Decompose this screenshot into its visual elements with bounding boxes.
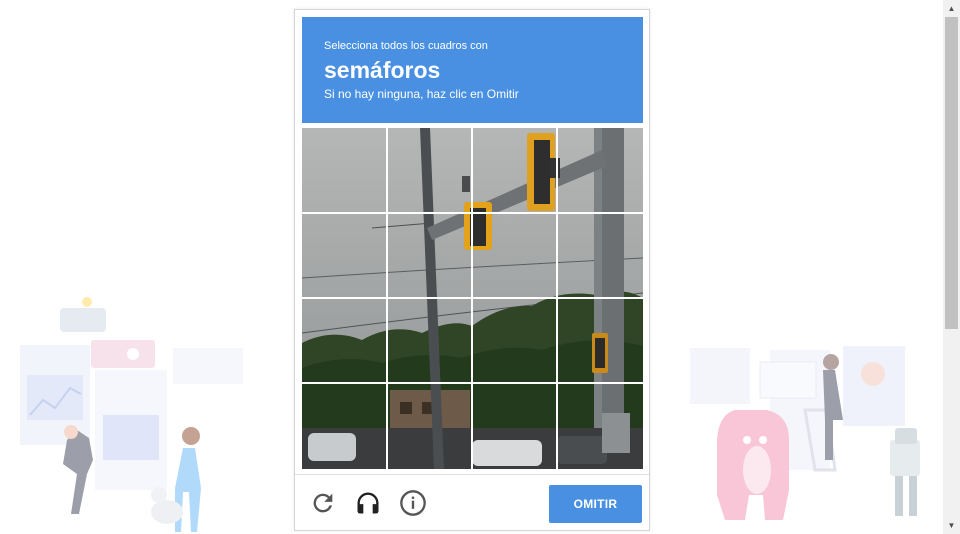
image-grid [302,128,643,469]
scroll-up-arrow-icon[interactable]: ▲ [943,0,960,17]
grid-tile-3-2[interactable] [388,300,472,384]
instruction-text: Selecciona todos los cuadros con [324,40,488,52]
grid-tile-4-2[interactable] [388,385,472,469]
grid-tile-2-3[interactable] [474,214,558,298]
grid-tile-2-1[interactable] [302,214,386,298]
skip-hint-text: Si no hay ninguna, haz clic en Omitir [324,87,519,101]
headphones-icon[interactable] [354,489,382,517]
skip-button[interactable]: OMITIR [549,485,642,523]
challenge-header: Selecciona todos los cuadros con semáfor… [302,17,643,123]
grid-tile-1-2[interactable] [388,128,472,212]
info-icon[interactable] [399,489,427,517]
scrollbar-thumb[interactable] [945,17,958,329]
background-illustration-left [20,297,243,532]
background-illustration-right [690,346,920,520]
grid-tile-3-3[interactable] [474,300,558,384]
grid-tile-1-1[interactable] [302,128,386,212]
scroll-down-arrow-icon[interactable]: ▼ [943,517,960,534]
reload-icon[interactable] [309,489,337,517]
tile-grid [302,128,643,469]
grid-tile-4-4[interactable] [559,385,643,469]
grid-tile-2-4[interactable] [559,214,643,298]
grid-tile-3-1[interactable] [302,300,386,384]
grid-tile-4-1[interactable] [302,385,386,469]
grid-tile-1-3[interactable] [474,128,558,212]
grid-tile-1-4[interactable] [559,128,643,212]
grid-tile-4-3[interactable] [474,385,558,469]
grid-tile-2-2[interactable] [388,214,472,298]
target-object-label: semáforos [324,57,441,83]
grid-tile-3-4[interactable] [559,300,643,384]
page-scrollbar[interactable]: ▲ ▼ [943,0,960,534]
challenge-footer: OMITIR [295,474,649,531]
captcha-challenge-dialog: Selecciona todos los cuadros con semáfor… [294,9,650,531]
